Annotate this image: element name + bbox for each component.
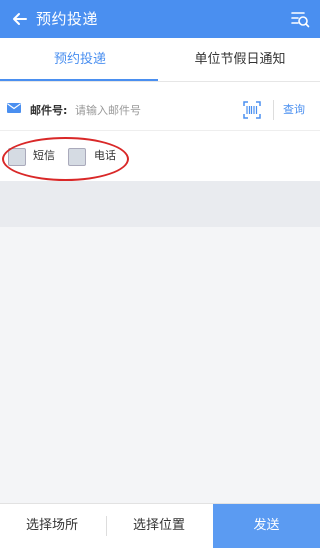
phone-checkbox[interactable] [68, 148, 86, 166]
divider [273, 100, 274, 120]
choose-site-button[interactable]: 选择场所 [0, 504, 104, 548]
query-button[interactable]: 查询 [283, 101, 305, 117]
section-separator [0, 181, 320, 227]
barcode-scan-icon [243, 101, 261, 119]
list-search-button[interactable] [288, 7, 312, 31]
active-tab-indicator [0, 79, 158, 81]
content-area [0, 227, 320, 503]
bottom-action-bar: 选择场所 选择位置 发送 [0, 503, 320, 548]
sms-checkbox[interactable] [8, 148, 26, 166]
phone-label: 电话 [94, 149, 116, 162]
tab-reservation-delivery[interactable]: 预约投递 [0, 38, 160, 81]
mail-number-row: 邮件号: 查询 [0, 90, 320, 131]
sms-label: 短信 [33, 149, 55, 162]
page-title: 预约投递 [36, 10, 99, 28]
list-search-icon [291, 12, 310, 28]
tab-holiday-notice[interactable]: 单位节假日通知 [160, 38, 320, 81]
back-arrow-icon [13, 13, 27, 25]
choose-position-button[interactable]: 选择位置 [107, 504, 211, 548]
notify-options: 短信 电话 [0, 134, 320, 180]
back-button[interactable] [8, 7, 32, 31]
mail-number-label: 邮件号: [30, 104, 68, 117]
mail-icon [7, 103, 21, 113]
mail-number-input[interactable] [75, 97, 225, 123]
submit-button[interactable]: 发送 [213, 504, 320, 548]
tab-bar: 预约投递 单位节假日通知 [0, 38, 320, 82]
app-header: 预约投递 [0, 0, 320, 38]
scan-button[interactable] [241, 99, 263, 121]
